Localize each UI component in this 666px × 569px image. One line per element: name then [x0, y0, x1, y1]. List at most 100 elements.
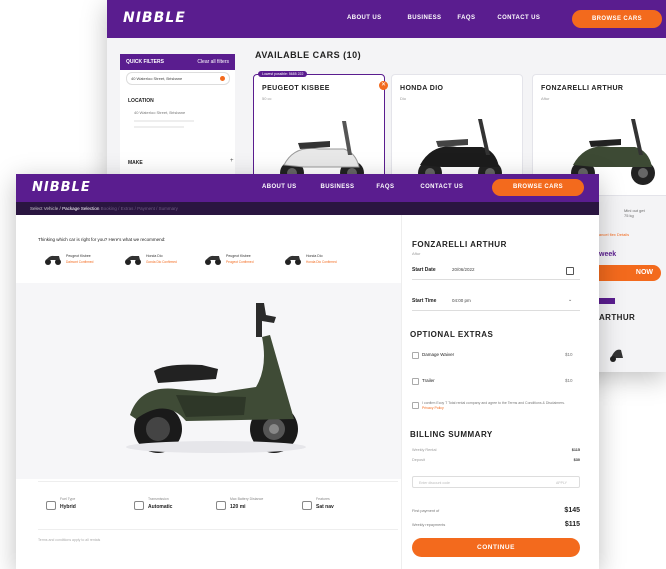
features-icon: [302, 501, 312, 510]
top-nav: NIBBLE ABOUT US BUSINESS FAQS CONTACT US…: [107, 0, 666, 38]
discount-code-input[interactable]: Enter discount code APPLY: [412, 476, 580, 488]
scooter-image: [126, 303, 306, 453]
recommendation-sub: Honda Dio Confirmed: [306, 260, 337, 264]
booking-vehicle-title: FONZARELLI ARTHUR: [412, 240, 507, 249]
battery-icon: [216, 501, 226, 510]
start-date-label: Start Date: [412, 267, 436, 273]
spec-value: Sat nav: [316, 504, 334, 510]
privacy-policy-link[interactable]: Privacy Policy: [422, 406, 444, 410]
terms-note: Terms and conditions apply to all rental…: [38, 538, 101, 542]
nav-business[interactable]: BUSINESS: [321, 184, 355, 190]
first-payment-row: First payment of $145: [412, 507, 580, 514]
transmission-icon: [134, 501, 144, 510]
location-option[interactable]: 40 Waterloo Street, Brisbane: [134, 110, 185, 115]
location-input[interactable]: 40 Waterloo Street, Brisbane: [126, 72, 230, 85]
nav-contact-us[interactable]: CONTACT US: [497, 15, 540, 21]
recommendation-item[interactable]: Honda Dio Gonda Dio Confirmed: [124, 253, 194, 267]
damage-waiver-checkbox[interactable]: [412, 352, 419, 359]
consent-copy: I confirm Ecoy T Total rental company an…: [422, 401, 565, 405]
billing-summary-title: BILLING SUMMARY: [410, 430, 493, 439]
extra-name: Trailer: [422, 378, 435, 383]
nav-links: ABOUT US BUSINESS FAQS CONTACT US: [347, 15, 540, 21]
recommendation-name: Peugeot Kisbee: [66, 254, 91, 258]
fuel-icon: [46, 501, 56, 510]
selected-check-icon: ✕: [379, 81, 388, 90]
apply-discount-button[interactable]: APPLY: [556, 477, 567, 489]
booking-window: NIBBLE ABOUT US BUSINESS FAQS CONTACT US…: [16, 174, 599, 569]
recommendation-name: Honda Dio: [306, 254, 323, 258]
input-underline: [412, 310, 580, 311]
scooter-icon: [125, 255, 141, 265]
make-expand-icon[interactable]: +: [230, 158, 234, 164]
nav-business[interactable]: BUSINESS: [408, 15, 442, 21]
clear-filters-link[interactable]: Clear all filters: [197, 59, 229, 65]
available-cars-title: AVAILABLE CARS (10): [255, 50, 362, 60]
scooter-icon: [285, 255, 301, 265]
input-underline: [412, 279, 580, 280]
nav-about-us[interactable]: ABOUT US: [262, 184, 297, 190]
car-card-name: PEUGEOT KISBEE: [262, 85, 330, 92]
nav-about-us[interactable]: ABOUT US: [347, 15, 382, 21]
extra-name: Damage Waiver: [422, 352, 455, 357]
start-time-select[interactable]: 04:00 pm: [452, 298, 471, 303]
car-card-name: HONDA DIO: [400, 85, 444, 92]
recommendation-item[interactable]: Honda Dio Honda Dio Confirmed: [284, 253, 354, 267]
breadcrumb-separator: /: [59, 206, 61, 211]
filter-placeholder-line: [134, 120, 194, 122]
car-card-tag: Lowest possible: 5685 222: [258, 71, 308, 77]
card-detail-text: Mini out get 75 kg: [624, 208, 645, 218]
discount-placeholder: Enter discount code: [419, 481, 450, 485]
scooter-icon: [205, 255, 221, 265]
scooter-image: [610, 349, 623, 362]
card-detail-link[interactable]: Cancel flex Details: [596, 232, 629, 237]
location-pin-icon: [220, 76, 225, 81]
breadcrumb-step-select-vehicle[interactable]: Select Vehicle: [30, 206, 58, 211]
first-payment-amount: $145: [564, 507, 580, 514]
recommendation-sub: Dalmont Confirmed: [66, 260, 94, 264]
consent-checkbox[interactable]: [412, 402, 419, 409]
recommendation-name: Honda Dio: [146, 254, 163, 258]
extra-price: $10: [565, 352, 573, 357]
recommendation-item[interactable]: Peugeot Kisbee Peugeot Confirmed: [204, 253, 274, 267]
calendar-icon[interactable]: [566, 267, 574, 275]
billing-amount: $115: [571, 448, 580, 452]
price-period: week: [599, 251, 617, 258]
spec-label: Transmission: [148, 497, 169, 501]
billing-label: Deposit: [412, 458, 425, 462]
extra-price: $10: [565, 378, 573, 383]
car-card-sub: 50 cc: [262, 96, 272, 101]
nav-faqs[interactable]: FAQS: [457, 15, 475, 21]
spec-value: Hybrid: [60, 504, 76, 510]
quick-filters-header: QUICK FILTERS Clear all filters: [120, 54, 235, 70]
chevron-down-icon[interactable]: ⌄: [568, 297, 572, 303]
trailer-checkbox[interactable]: [412, 378, 419, 385]
book-now-button[interactable]: NOW: [599, 265, 661, 281]
car-card-name: FONZARELLI ARTHUR: [541, 85, 624, 92]
consent-text: I confirm Ecoy T Total rental company an…: [422, 401, 572, 411]
optional-extras-title: OPTIONAL EXTRAS: [410, 330, 494, 339]
nav-faqs[interactable]: FAQS: [376, 184, 394, 190]
recommendation-sub: Peugeot Confirmed: [226, 260, 254, 264]
billing-label: Weekly Rental: [412, 448, 437, 452]
recommend-text: Thinking which car is right for you? Her…: [38, 237, 166, 242]
continue-button[interactable]: CONTINUE: [412, 538, 580, 557]
spec-label: Fuel Type: [60, 497, 76, 501]
weekly-repayment-label: Weekly repayments: [412, 523, 446, 527]
first-payment-label: First payment of: [412, 509, 440, 513]
top-nav: NIBBLE ABOUT US BUSINESS FAQS CONTACT US…: [16, 174, 599, 202]
quick-filters-title: QUICK FILTERS: [126, 59, 164, 65]
logo[interactable]: NIBBLE: [123, 10, 186, 26]
browse-cars-button[interactable]: BROWSE CARS: [492, 179, 584, 196]
spec-value: Automatic: [148, 504, 173, 510]
logo[interactable]: NIBBLE: [32, 180, 91, 195]
start-time-label: Start Time: [412, 298, 437, 304]
nav-contact-us[interactable]: CONTACT US: [420, 184, 463, 190]
location-label: LOCATION: [128, 98, 154, 104]
recommendation-item[interactable]: Peugeot Kisbee Dalmont Confirmed: [44, 253, 114, 267]
booking-sidebar: FONZARELLI ARTHUR Aftur Start Date 20/06…: [401, 215, 599, 569]
start-date-input[interactable]: 20/06/2022: [452, 267, 475, 272]
browse-cars-button[interactable]: BROWSE CARS: [572, 10, 662, 28]
weekly-repayment-row: Weekly repayments $115: [412, 521, 580, 528]
divider: [38, 529, 398, 530]
recommendation-sub: Gonda Dio Confirmed: [146, 260, 177, 264]
